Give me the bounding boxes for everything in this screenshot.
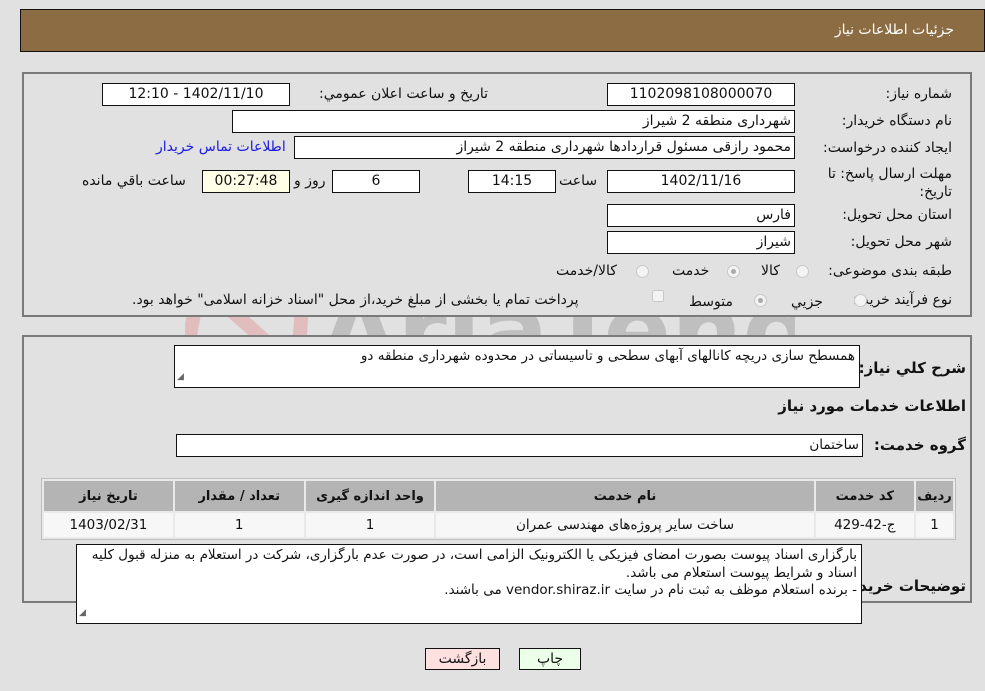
need-details-panel: شماره نیاز: 1102098108000070 تاریخ و ساع… [22,72,972,317]
cell-service-name: ساخت سایر پروژه‌های مهندسی عمران [436,513,814,537]
service-group-field[interactable]: ساختمان [176,434,863,457]
col-unit: واحد اندازه گیری [305,481,435,511]
buyer-notes-line: بارگزاری اسناد پیوست بصورت امضای فیزیکی … [91,547,857,581]
treasury-checkbox-label: پرداخت تمام یا بخشی از مبلغ خرید،از محل … [132,292,579,308]
remaining-time-label: ساعت باقي مانده [82,173,186,189]
deadline-time-field[interactable]: 14:15 [468,170,556,193]
buyer-notes-textarea[interactable]: بارگزاری اسناد پیوست بصورت امضای فیزیکی … [76,544,862,624]
category-option-goods-service: کالا/خدمت [556,263,617,279]
page-header: جزئیات اطلاعات نیاز [20,9,985,52]
table-row: 1 ج-42-429 ساخت سایر پروژه‌های مهندسی عم… [44,513,953,537]
remaining-days-label: روز و [294,173,326,189]
deadline-time-label: ساعت [559,173,598,189]
cell-row-number: 1 [915,513,953,537]
need-number-field[interactable]: 1102098108000070 [607,83,795,106]
treasury-checkbox[interactable] [652,290,664,302]
print-button[interactable]: چاپ [519,648,581,670]
category-option-goods: کالا [761,263,780,279]
buyer-org-field[interactable]: شهرداری منطقه 2 شیراز [232,110,795,133]
need-summary-label: شرح کلي نياز: [858,359,966,377]
purchase-type-radio-minor[interactable] [854,294,867,307]
service-group-label: گروه خدمت: [873,436,966,454]
needs-panel: شرح کلي نياز: همسطح سازی دریچه کانالهای … [22,335,972,624]
need-number-label: شماره نیاز: [885,86,953,102]
buyer-notes-line: - برنده استعلام موظف به ثبت نام در سایت … [444,582,857,598]
province-field[interactable]: فارس [607,204,795,227]
cell-service-code: ج-42-429 [815,513,914,537]
remaining-time-field: 00:27:48 [202,170,290,193]
resize-grip-icon[interactable]: ◢ [79,605,86,623]
category-option-service: خدمت [672,263,710,279]
services-section-title: اطلاعات خدمات مورد نياز [778,397,966,415]
province-label: استان محل تحویل: [842,207,952,223]
buyer-contact-link[interactable]: اطلاعات تماس خریدار [156,139,286,155]
col-service-name: نام خدمت [436,481,814,511]
page-title: جزئیات اطلاعات نیاز [834,22,954,38]
col-service-code: کد خدمت [815,481,914,511]
city-field[interactable]: شیراز [607,231,795,254]
purchase-type-option-minor: جزیي [791,294,823,310]
category-radio-goods[interactable] [796,265,809,278]
remaining-days-field[interactable]: 6 [332,170,420,193]
deadline-date-field[interactable]: 1402/11/16 [607,170,795,193]
cell-need-date: 1403/02/31 [44,513,173,537]
resize-grip-icon[interactable]: ◢ [177,369,184,386]
requester-field[interactable]: محمود رازقی مسئول قراردادها شهرداری منطق… [294,136,795,159]
col-need-date: تاریخ نیاز [44,481,173,511]
need-summary-textarea[interactable]: همسطح سازی دریچه کانالهای آبهای سطحی و ت… [174,345,860,388]
announce-datetime-field[interactable]: 1402/11/10 - 12:10 [102,83,290,106]
need-summary-text: همسطح سازی دریچه کانالهای آبهای سطحی و ت… [360,348,855,364]
back-button[interactable]: بازگشت [425,648,500,670]
cell-unit: 1 [305,513,435,537]
announce-datetime-label: تاریخ و ساعت اعلان عمومي: [319,86,488,102]
category-label: طبقه بندی موضوعی: [828,263,952,279]
col-row-number: رديف [915,481,953,511]
cell-quantity: 1 [174,513,304,537]
services-table: رديف کد خدمت نام خدمت واحد اندازه گیری ت… [41,478,956,540]
requester-label: ایجاد کننده درخواست: [823,140,952,156]
services-table-header: رديف کد خدمت نام خدمت واحد اندازه گیری ت… [44,481,953,511]
purchase-type-label: نوع فرآیند خرید : [853,292,952,308]
purchase-type-radio-medium[interactable] [754,294,767,307]
purchase-type-option-medium: متوسط [689,294,733,310]
col-quantity: تعداد / مقدار [174,481,304,511]
category-radio-goods-service[interactable] [636,265,649,278]
deadline-label: مهلت ارسال پاسخ: تا تاریخ: [827,166,952,200]
city-label: شهر محل تحویل: [850,234,952,250]
category-radio-service[interactable] [727,265,740,278]
buyer-org-label: نام دستگاه خریدار: [841,113,952,129]
